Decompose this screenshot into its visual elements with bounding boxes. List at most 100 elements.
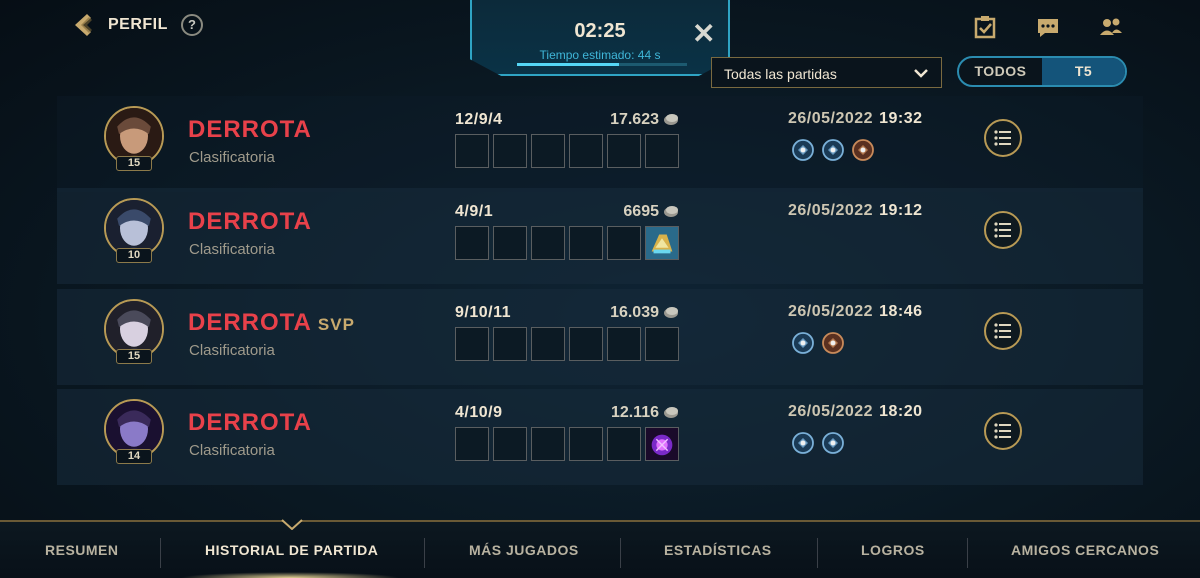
match-details-button[interactable] <box>984 119 1022 157</box>
list-icon <box>994 423 1011 439</box>
match-result: DERROTA <box>188 116 312 143</box>
toggle-option-t5[interactable]: T5 <box>1042 58 1125 85</box>
list-icon <box>994 130 1011 146</box>
tab-resumen[interactable]: RESUMEN <box>45 542 119 558</box>
back-arrow-icon <box>75 14 92 36</box>
champion-level: 14 <box>116 449 152 464</box>
match-mode: Clasificatoria <box>189 149 275 166</box>
match-row[interactable]: 14 DERROTA Clasificatoria 4/10/9 12.116 26/05… <box>57 389 1143 485</box>
back-button[interactable] <box>68 10 98 40</box>
friends-icon[interactable] <box>1096 12 1126 42</box>
champion-level: 10 <box>116 248 152 263</box>
tab-mas-jugados[interactable]: MÁS JUGADOS <box>469 542 579 558</box>
match-filter-value: Todas las partidas <box>724 66 837 82</box>
help-icon[interactable]: ? <box>181 14 203 36</box>
spell-badges <box>791 331 845 355</box>
active-tab-marker-icon <box>281 519 303 530</box>
kda: 4/10/9 <box>455 404 503 421</box>
empty-item-slot <box>645 134 679 168</box>
match-row[interactable]: 15 DERROTA SVP Clasificatoria 9/10/11 16.039 2… <box>57 289 1143 385</box>
empty-item-slot <box>607 427 641 461</box>
empty-item-slot <box>455 327 489 361</box>
champion-avatar: 15 <box>104 106 164 176</box>
queue-time: 02:25 <box>574 20 626 42</box>
match-mode: Clasificatoria <box>189 442 275 459</box>
spell-badge-icon <box>791 331 815 355</box>
kda: 4/9/1 <box>455 203 494 220</box>
queue-progress-bar <box>517 63 687 66</box>
purple-item-slot <box>645 427 679 461</box>
empty-item-slot <box>569 327 603 361</box>
gold-coin-icon <box>664 407 678 418</box>
empty-item-slot <box>531 427 565 461</box>
champion-avatar: 10 <box>104 198 164 268</box>
queue-timer-panel: 02:25 Tiempo estimado: 44 s <box>470 0 730 76</box>
champion-level: 15 <box>116 156 152 171</box>
champion-avatar: 14 <box>104 399 164 469</box>
empty-item-slot <box>455 226 489 260</box>
page-title: PERFIL <box>108 16 168 33</box>
match-details-button[interactable] <box>984 211 1022 249</box>
chat-icon[interactable] <box>1033 12 1063 42</box>
spell-badges <box>791 138 875 162</box>
tab-historial-de-partida[interactable]: HISTORIAL DE PARTIDA <box>205 542 378 558</box>
gold-item-slot <box>645 226 679 260</box>
empty-item-slot <box>607 226 641 260</box>
spell-badge-icon <box>791 431 815 455</box>
match-filter-dropdown[interactable]: Todas las partidas <box>711 57 942 88</box>
spell-badge-bronze-icon <box>851 138 875 162</box>
tab-logros[interactable]: LOGROS <box>861 542 925 558</box>
match-details-button[interactable] <box>984 312 1022 350</box>
empty-item-slot <box>455 134 489 168</box>
empty-item-slot <box>569 134 603 168</box>
chevron-down-icon <box>914 69 928 78</box>
match-row[interactable]: 10 DERROTA Clasificatoria 4/9/1 6695 26/05/20… <box>57 188 1143 284</box>
gold-coin-icon <box>664 307 678 318</box>
empty-item-slot <box>607 134 641 168</box>
match-datetime: 26/05/2022 18:20 <box>788 403 923 420</box>
champion-avatar: 15 <box>104 299 164 369</box>
list-icon <box>994 222 1011 238</box>
empty-item-slot <box>493 226 527 260</box>
kda: 9/10/11 <box>455 304 511 321</box>
bottom-navigation: RESUMEN HISTORIAL DE PARTIDA MÁS JUGADOS… <box>0 519 1200 578</box>
match-datetime: 26/05/2022 19:32 <box>788 110 923 127</box>
missions-icon[interactable] <box>970 12 1000 42</box>
match-mode: Clasificatoria <box>189 342 275 359</box>
empty-item-slot <box>531 134 565 168</box>
empty-item-slot <box>569 226 603 260</box>
toggle-option-todos[interactable]: TODOS <box>959 58 1042 85</box>
tab-amigos-cercanos[interactable]: AMIGOS CERCANOS <box>1011 542 1159 558</box>
empty-item-slot <box>493 327 527 361</box>
item-slots <box>455 427 679 461</box>
match-row[interactable]: 15 DERROTA Clasificatoria 12/9/4 17.623 26/05… <box>57 96 1143 192</box>
spell-badge-icon <box>821 138 845 162</box>
match-datetime: 26/05/2022 18:46 <box>788 303 923 320</box>
match-mode: Clasificatoria <box>189 241 275 258</box>
spell-badge-icon <box>791 138 815 162</box>
empty-item-slot <box>531 226 565 260</box>
spell-badges <box>791 431 845 455</box>
champion-level: 15 <box>116 349 152 364</box>
mode-toggle[interactable]: TODOS T5 <box>957 56 1127 87</box>
match-datetime: 26/05/2022 19:12 <box>788 202 923 219</box>
item-slots <box>455 226 679 260</box>
cancel-queue-close-icon[interactable]: ✕ <box>692 20 715 48</box>
empty-item-slot <box>607 327 641 361</box>
match-result: DERROTA SVP <box>188 309 355 336</box>
match-result: DERROTA <box>188 409 312 436</box>
empty-item-slot <box>455 427 489 461</box>
tab-estadisticas[interactable]: ESTADÍSTICAS <box>664 542 772 558</box>
item-slots <box>455 327 679 361</box>
list-icon <box>994 323 1011 339</box>
item-slots <box>455 134 679 168</box>
empty-item-slot <box>645 327 679 361</box>
gold-coin-icon <box>664 206 678 217</box>
spell-badge-bronze-icon <box>821 331 845 355</box>
kda: 12/9/4 <box>455 111 503 128</box>
queue-estimate: Tiempo estimado: 44 s <box>539 48 661 62</box>
empty-item-slot <box>531 327 565 361</box>
spell-badge-icon <box>821 431 845 455</box>
match-result: DERROTA <box>188 208 312 235</box>
match-details-button[interactable] <box>984 412 1022 450</box>
